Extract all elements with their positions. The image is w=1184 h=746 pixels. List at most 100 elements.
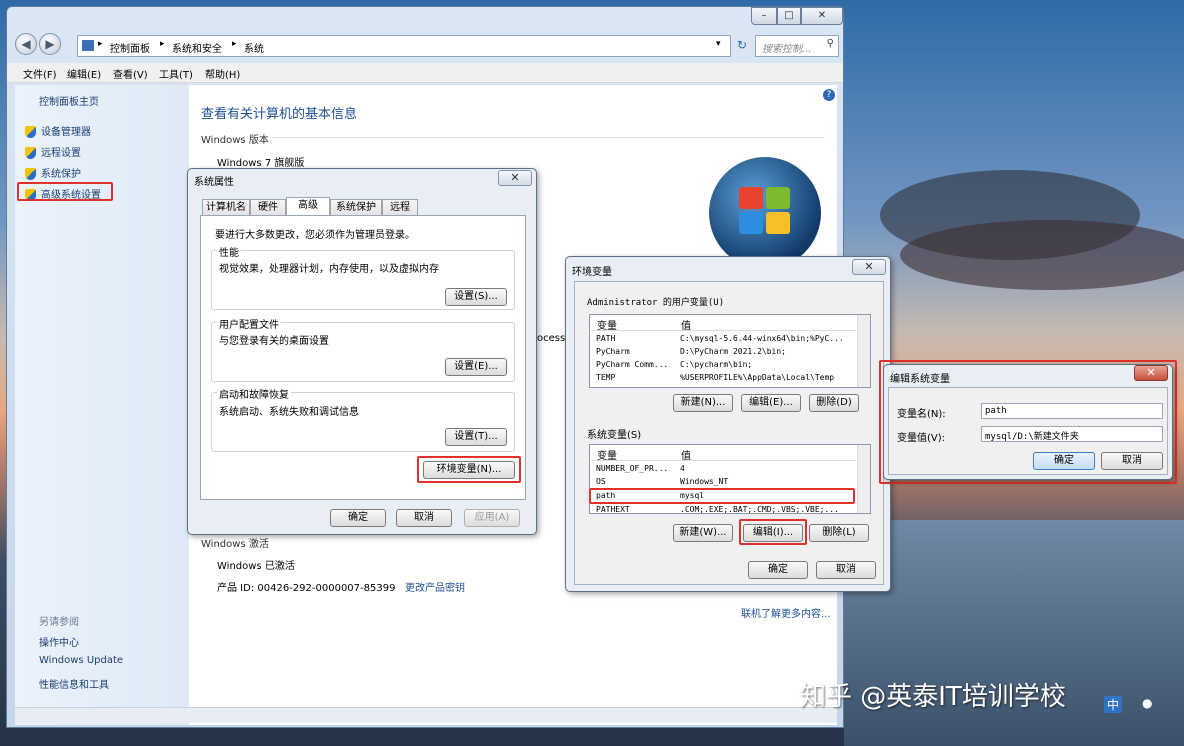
address-bar[interactable]: ▸ 控制面板 ▸ 系统和安全 ▸ 系统 ▾: [77, 35, 731, 57]
highlight-env-button: [417, 456, 521, 483]
back-icon[interactable]: ◀: [15, 33, 37, 55]
highlight-advanced-settings: [17, 182, 113, 201]
tab-computer-name[interactable]: 计算机名: [202, 199, 250, 215]
var-name: PATH: [596, 334, 616, 343]
var-value: C:\pycharm\bin;: [680, 360, 753, 369]
variable-value-input[interactable]: mysql/D:\新建文件夹: [981, 426, 1163, 442]
sidebar: 控制面板主页 设备管理器 远程设置 系统保护 高级系统设置 另请参阅 操作中心 …: [15, 85, 189, 725]
sidebar-item-device-manager[interactable]: 设备管理器: [25, 123, 91, 138]
refresh-icon[interactable]: ↻: [733, 35, 751, 57]
var-value: 4: [680, 464, 685, 473]
chevron-down-icon[interactable]: ▾: [716, 39, 721, 49]
tab-advanced[interactable]: 高级: [286, 197, 330, 216]
sidebar-item-label: 远程设置: [41, 148, 81, 159]
cancel-button[interactable]: 取消: [816, 561, 876, 579]
tab-remote[interactable]: 远程: [382, 199, 418, 215]
tab-system-protection[interactable]: 系统保护: [330, 199, 382, 215]
edition-value: Windows 7 旗舰版: [217, 158, 305, 169]
list-item[interactable]: TEMP %USERPROFILE%\AppData\Local\Temp: [594, 372, 856, 385]
logo-yellow: [766, 212, 790, 234]
see-also-title: 另请参阅: [39, 617, 79, 628]
group-description: 视觉效果，处理器计划，内存使用，以及虚拟内存: [219, 264, 439, 275]
system-new-button[interactable]: 新建(W)...: [673, 524, 733, 542]
cancel-button[interactable]: 取消: [1101, 452, 1163, 470]
logo-green: [766, 187, 790, 209]
system-delete-button[interactable]: 删除(L): [809, 524, 869, 542]
menu-edit[interactable]: 编辑(E): [67, 66, 101, 81]
sidebar-item-remote[interactable]: 远程设置: [25, 144, 81, 159]
list-item[interactable]: PyCharm D:\PyCharm 2021.2\bin;: [594, 346, 856, 359]
forward-icon[interactable]: ▶: [39, 33, 61, 55]
more-info-link[interactable]: 联机了解更多内容...: [741, 605, 831, 620]
highlight-edit-button: [739, 519, 807, 545]
list-item[interactable]: PATH C:\mysql-5.6.44-winx64\bin;%PyC...: [594, 333, 856, 346]
user-vars-list[interactable]: 变量 值 PATH C:\mysql-5.6.44-winx64\bin;%PyC.…: [589, 314, 871, 388]
var-value: %USERPROFILE%\AppData\Local\Temp: [680, 373, 835, 382]
var-value: C:\mysql-5.6.44-winx64\bin;%PyC...: [680, 334, 844, 343]
user-vars-title: Administrator 的用户变量(U): [587, 298, 725, 308]
var-name: TEMP: [596, 373, 616, 382]
breadcrumb-item[interactable]: 系统: [244, 40, 264, 55]
variable-name-input[interactable]: path: [981, 403, 1163, 419]
close-button[interactable]: ✕: [498, 170, 532, 186]
ok-button[interactable]: 确定: [330, 509, 386, 527]
chevron-right-icon: ▸: [160, 39, 165, 49]
microphone-icon[interactable]: ●: [1142, 696, 1152, 710]
change-product-key-link[interactable]: 更改产品密钥: [405, 579, 465, 594]
shield-icon: [25, 168, 36, 180]
chevron-right-icon: ▸: [232, 39, 237, 49]
startup-settings-button[interactable]: 设置(T)...: [445, 428, 507, 446]
var-name: NUMBER_OF_PR...: [596, 464, 669, 473]
user-edit-button[interactable]: 编辑(E)...: [741, 394, 801, 412]
taskbar-tray: 中 ●: [1084, 690, 1184, 720]
edit-system-variable-dialog: 编辑系统变量 ✕ 变量名(N): path 变量值(V): mysql/D:\新…: [883, 364, 1173, 480]
close-button[interactable]: ✕: [852, 259, 886, 275]
scrollbar[interactable]: [857, 315, 870, 387]
see-also-action-center[interactable]: 操作中心: [39, 634, 79, 649]
page-title: 查看有关计算机的基本信息: [201, 107, 358, 122]
variable-value-label: 变量值(V):: [897, 433, 946, 444]
menu-view[interactable]: 查看(V): [113, 66, 148, 81]
list-header: 变量 值: [591, 315, 856, 332]
menu-file[interactable]: 文件(F): [23, 66, 57, 81]
list-item[interactable]: NUMBER_OF_PR... 4: [594, 463, 856, 476]
sidebar-item-protection[interactable]: 系统保护: [25, 165, 81, 180]
scrollbar[interactable]: [857, 445, 870, 513]
list-header: 变量 值: [591, 445, 856, 462]
maximize-button[interactable]: □: [777, 7, 801, 25]
profile-settings-button[interactable]: 设置(E)...: [445, 358, 507, 376]
minimize-button[interactable]: –: [751, 7, 777, 25]
menu-tools[interactable]: 工具(T): [159, 66, 193, 81]
close-button[interactable]: ✕: [1134, 365, 1168, 381]
tab-hardware[interactable]: 硬件: [250, 199, 286, 215]
menu-help[interactable]: 帮助(H): [205, 66, 240, 81]
group-description: 与您登录有关的桌面设置: [219, 336, 329, 347]
windows-logo-icon: [709, 157, 821, 269]
see-also-windows-update[interactable]: Windows Update: [39, 655, 123, 666]
list-item[interactable]: PATHEXT .COM;.EXE;.BAT;.CMD;.VBS;.VBE;...: [594, 504, 856, 514]
ok-button[interactable]: 确定: [748, 561, 808, 579]
help-icon[interactable]: ?: [823, 89, 835, 101]
search-icon: ⚲: [826, 38, 834, 49]
close-button[interactable]: ✕: [801, 7, 843, 25]
group-title: 性能: [217, 244, 241, 259]
col-header: 值: [681, 451, 691, 462]
breadcrumb-item[interactable]: 系统和安全: [172, 40, 222, 55]
search-input[interactable]: 搜索控制... ⚲: [755, 35, 839, 57]
see-also-performance[interactable]: 性能信息和工具: [39, 676, 109, 691]
system-properties-dialog: 系统属性 ✕ 计算机名 硬件 高级 系统保护 远程 要进行大多数更改，您必须作为…: [187, 168, 537, 535]
ok-button[interactable]: 确定: [1033, 452, 1095, 470]
sidebar-home-link[interactable]: 控制面板主页: [39, 93, 99, 108]
list-item[interactable]: PyCharm Comm... C:\pycharm\bin;: [594, 359, 856, 372]
user-new-button[interactable]: 新建(N)...: [673, 394, 733, 412]
cancel-button[interactable]: 取消: [396, 509, 452, 527]
input-method-indicator[interactable]: 中: [1104, 696, 1123, 713]
breadcrumb-item[interactable]: 控制面板: [110, 40, 150, 55]
var-name: PATHEXT: [596, 505, 630, 514]
admin-note: 要进行大多数更改，您必须作为管理员登录。: [215, 230, 415, 241]
performance-settings-button[interactable]: 设置(S)...: [445, 288, 507, 306]
dialog-title: 系统属性: [194, 177, 234, 188]
apply-button[interactable]: 应用(A): [464, 509, 520, 527]
user-delete-button[interactable]: 删除(D): [809, 394, 859, 412]
variable-name-label: 变量名(N):: [897, 409, 946, 420]
